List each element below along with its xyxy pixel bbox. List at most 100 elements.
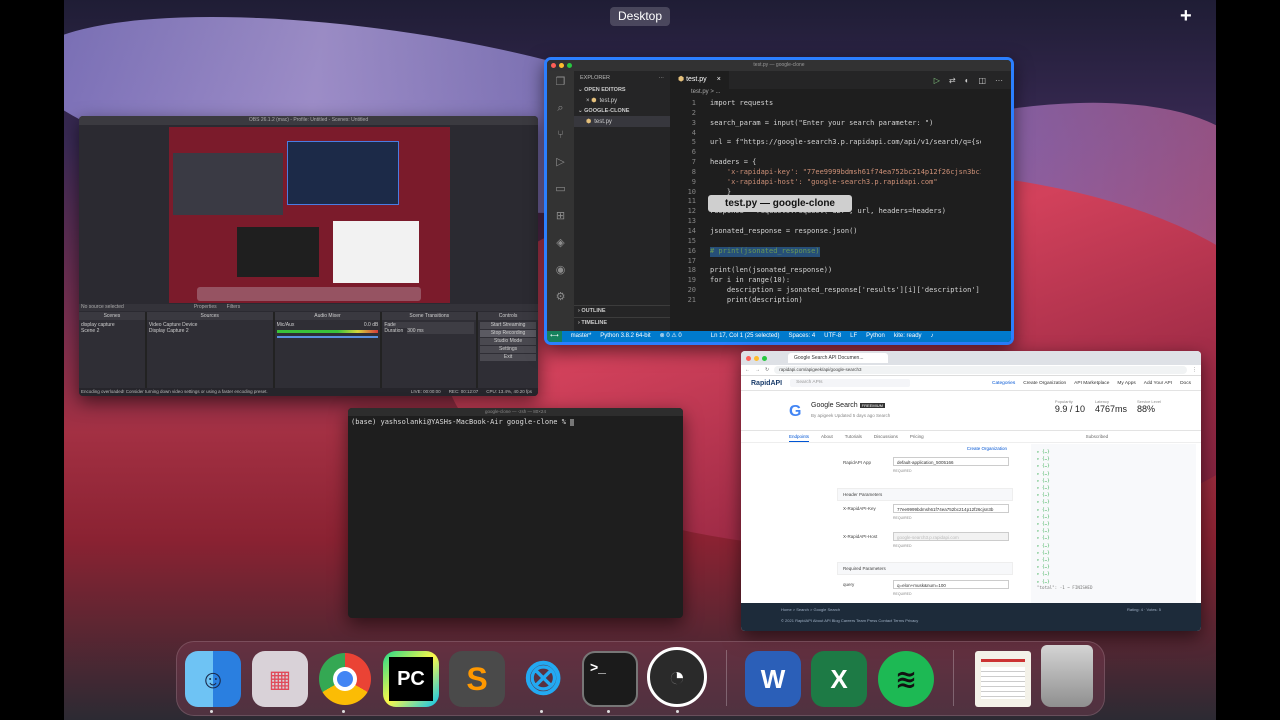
open-changes-icon[interactable]: ◐ (965, 76, 970, 85)
url-field[interactable]: rapidapi.com/apigeek/api/google-search3 (774, 366, 1187, 374)
code-line[interactable]: 20 description = jsonated_response['resu… (670, 286, 997, 296)
zoom-icon[interactable] (762, 355, 767, 361)
remote-icon[interactable]: ▭ (555, 182, 565, 195)
volume-slider[interactable] (276, 336, 379, 338)
timeline-section[interactable]: › TIMELINE (574, 317, 670, 328)
browser-window[interactable]: Google Search API Documen... ← → ↻ rapid… (741, 351, 1201, 631)
duration-input[interactable]: 300 ms (407, 328, 475, 334)
desktop-space-label[interactable]: Desktop (610, 7, 670, 26)
minimap[interactable] (981, 99, 1011, 331)
query-input[interactable]: q=elon+musk&num=100 (893, 580, 1009, 589)
code-line[interactable]: 5 url = f"https://google-search3.p.rapida… (670, 138, 997, 148)
close-icon[interactable]: × (717, 71, 721, 89)
api-key-input[interactable]: 77ee9999bdmsh61f74ea752bc214p12f26cjsn3b (893, 504, 1009, 513)
chrome-icon[interactable] (317, 651, 373, 707)
code-line[interactable]: 7 headers = { (670, 158, 997, 168)
reload-icon[interactable]: ↻ (765, 367, 769, 373)
nav-link[interactable]: Categories (992, 381, 1015, 386)
account-icon[interactable]: ◉ (556, 263, 566, 276)
spotify-icon[interactable]: ≋ (878, 651, 934, 707)
tab-test-py[interactable]: ⬢ test.py × (670, 71, 729, 89)
open-editors-section[interactable]: ⌄ OPEN EDITORS (574, 85, 670, 95)
code-line[interactable]: 18 print(len(jsonated_response)) (670, 266, 997, 276)
indentation[interactable]: Spaces: 4 (788, 331, 815, 342)
extensions-icon[interactable]: ⋮ (1192, 367, 1197, 373)
code-line[interactable]: 9 'x-rapidapi-host': "google-search3.p.r… (670, 178, 997, 188)
start-streaming-button[interactable]: Start Streaming (480, 322, 537, 329)
code-line[interactable]: 2 (670, 109, 997, 119)
search-icon[interactable]: ⌕ (557, 102, 563, 115)
nav-link[interactable]: Create Organization (1023, 381, 1066, 386)
tab-endpoints[interactable]: Endpoints (789, 431, 810, 442)
outline-section[interactable]: › OUTLINE (574, 305, 670, 316)
source-control-icon[interactable]: ⑂ (557, 129, 564, 141)
run-icon[interactable]: ▷ (556, 155, 564, 168)
properties-button[interactable]: Properties (194, 304, 217, 311)
close-icon[interactable] (746, 355, 751, 361)
studio-mode-button[interactable]: Studio Mode (480, 338, 537, 345)
excel-icon[interactable]: X (811, 651, 867, 707)
code-editor[interactable]: 1 import requests 2 3 search_param = input("… (670, 99, 997, 331)
minimize-icon[interactable] (754, 355, 759, 361)
close-icon[interactable]: × (586, 98, 590, 104)
search-input[interactable]: Search APIs (790, 379, 911, 387)
code-line[interactable]: 8 'x-rapidapi-key': "77ee9999bdmsh61f74e… (670, 168, 997, 178)
language-mode[interactable]: Python (866, 331, 885, 342)
scene-item[interactable]: Scene 2 (81, 328, 143, 334)
folder-file[interactable]: ⬢ test.py (574, 116, 670, 127)
word-icon[interactable]: W (745, 651, 801, 707)
vscode-window[interactable]: test.py — google-clone ❐ ⌕ ⑂ ▷ ▭ ⊞ ◈ ◉ ⚙… (544, 57, 1014, 345)
forward-icon[interactable]: → (755, 367, 760, 373)
exit-button[interactable]: Exit (480, 354, 537, 361)
api-host-input[interactable]: google-search3.p.rapidapi.com (893, 532, 1009, 541)
back-icon[interactable]: ← (745, 367, 750, 373)
kite-status[interactable]: kite: ready (894, 331, 922, 342)
tab-tutorials[interactable]: Tutorials (845, 431, 862, 442)
remote-indicator[interactable]: ⟷ (547, 331, 562, 342)
code-line[interactable]: 21 print(description) (670, 296, 997, 306)
subscribed-status[interactable]: Subscribed (1086, 431, 1109, 442)
obs-icon[interactable]: ◔ (647, 647, 707, 707)
docker-icon[interactable]: ◈ (556, 236, 564, 249)
app-select[interactable]: default-application_5005166 (893, 457, 1009, 466)
source-item[interactable]: Display Capture 2 (149, 328, 271, 334)
finder-icon[interactable]: ☺ (185, 651, 241, 707)
zoom-icon[interactable] (567, 63, 572, 68)
close-icon[interactable] (551, 63, 556, 68)
pycharm-icon[interactable]: PC (383, 651, 439, 707)
gear-icon[interactable]: ⚙ (556, 290, 566, 303)
compare-icon[interactable]: ⇄ (949, 76, 956, 85)
code-line[interactable]: 3 search_param = input("Enter your search… (670, 119, 997, 129)
code-line[interactable]: 17 (670, 257, 997, 267)
files-icon[interactable]: ❐ (556, 75, 566, 88)
tab-about[interactable]: About (821, 431, 833, 442)
open-editor-file[interactable]: × ⬢ test.py (574, 95, 670, 106)
minimize-icon[interactable] (559, 63, 564, 68)
nav-link[interactable]: API Marketplace (1074, 381, 1109, 386)
python-interpreter[interactable]: Python 3.8.2 64-bit (600, 331, 650, 342)
code-line[interactable]: 14 jsonated_response = response.json() (670, 227, 997, 237)
run-icon[interactable]: ▷ (934, 76, 940, 85)
breadcrumb[interactable]: test.py > ... (670, 89, 721, 99)
response-json[interactable]: ▸ {…} ▸ {…} ▸ {…} ▸ {…} ▸ {…} ▸ {…} ▸ {…} ▸ {…}… (1031, 444, 1196, 604)
nav-link[interactable]: My Apps (1117, 381, 1135, 386)
documents-stack-icon[interactable] (975, 651, 1031, 707)
required-params-group[interactable]: Required Parameters (837, 562, 1013, 575)
code-line[interactable]: 13 (670, 217, 997, 227)
create-org-link[interactable]: Create Organization (967, 446, 1007, 451)
add-space-button[interactable]: + (1180, 6, 1192, 26)
code-line[interactable]: 6 (670, 148, 997, 158)
branch-status[interactable]: master* (571, 331, 592, 342)
header-params-group[interactable]: Header Parameters (837, 488, 1013, 501)
code-line[interactable]: 1 import requests (670, 99, 997, 109)
encoding[interactable]: UTF-8 (824, 331, 841, 342)
tab-discussions[interactable]: Discussions (874, 431, 898, 442)
browser-tab[interactable]: Google Search API Documen... (788, 353, 888, 363)
terminal-window[interactable]: google-clone — -zsh — 80×24 (base) yashs… (348, 408, 683, 618)
folder-section[interactable]: ⌄ GOOGLE-CLONE (574, 106, 670, 116)
obs-window[interactable]: OBS 26.1.2 (mac) - Profile: Untitled - S… (79, 116, 538, 396)
launchpad-icon[interactable]: ▦ (252, 651, 308, 707)
tab-pricing[interactable]: Pricing (910, 431, 924, 442)
code-line[interactable]: 15 (670, 237, 997, 247)
nav-link[interactable]: Add Your API (1144, 381, 1172, 386)
